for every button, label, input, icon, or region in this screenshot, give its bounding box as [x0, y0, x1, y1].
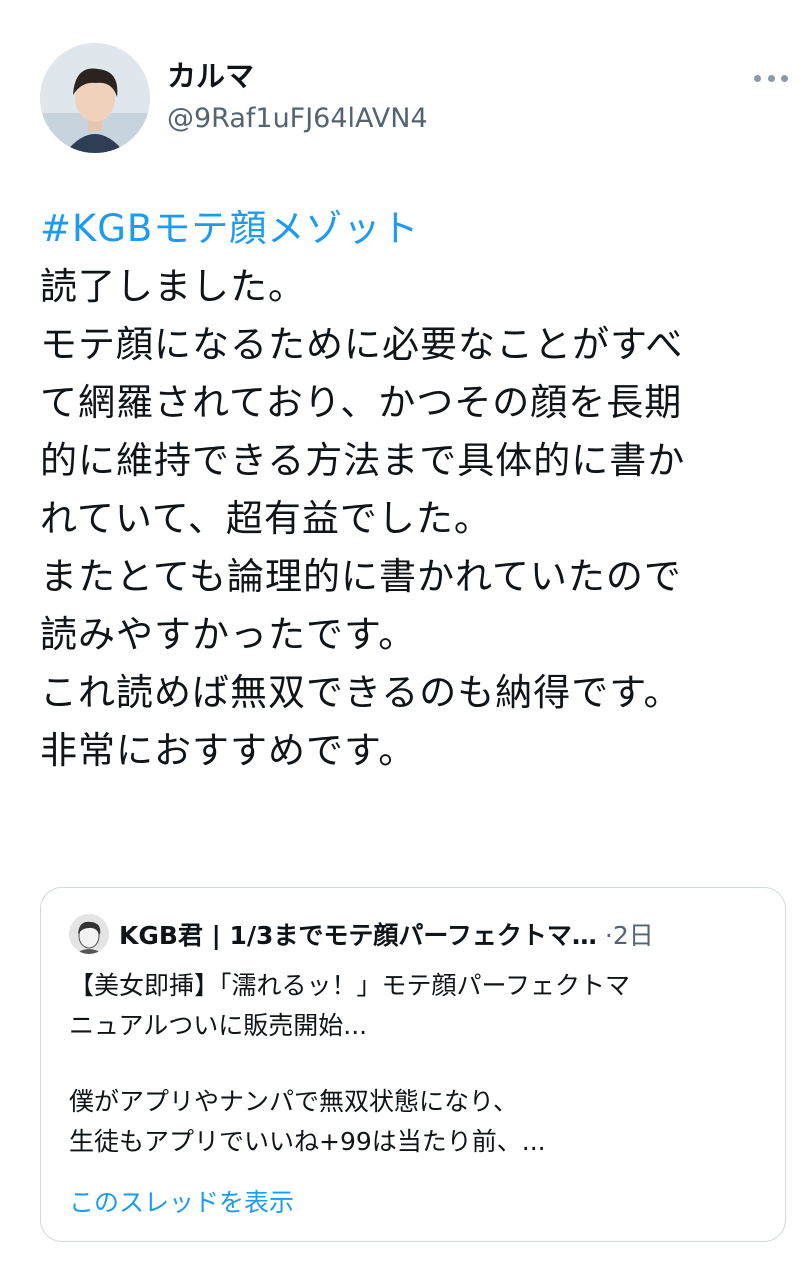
quoted-line: ニュアルついに販売開始... — [69, 1011, 368, 1040]
tweet-line: これ読めば無双できるのも納得です。 — [40, 671, 682, 714]
tweet-line: 非常におすすめです。 — [40, 729, 417, 772]
quoted-timestamp: ·2日 — [604, 921, 654, 950]
tweet-line: 的に維持できる方法まで具体的に書か — [40, 439, 686, 482]
more-icon[interactable] — [754, 66, 788, 90]
hashtag-link[interactable]: #KGBモテ顔メゾット — [40, 200, 780, 258]
quoted-tweet-header: KGB君 | 1/3までモテ顔パーフェクトマ… ·2日 — [69, 914, 654, 954]
author-name[interactable]: カルマ — [167, 56, 254, 96]
quoted-author-avatar — [69, 914, 109, 954]
quoted-tweet-text: 【美女即挿】「濡れるッ！」モテ顔パーフェクトマ ニュアルついに販売開始... 僕… — [69, 966, 759, 1162]
quoted-line: 生徒もアプリでいいね+99は当たり前、... — [69, 1127, 546, 1156]
tweet-line: またとても論理的に書かれていたので — [40, 555, 682, 598]
quoted-line: 僕がアプリやナンパで無双状態になり、 — [69, 1087, 519, 1116]
tweet-line: て網羅されており、かつその顔を長期 — [40, 381, 683, 424]
more-dot — [781, 74, 788, 82]
author-avatar[interactable] — [40, 43, 150, 153]
more-dot — [754, 74, 761, 82]
tweet-line: れていて、超有益でした。 — [40, 497, 492, 540]
tweet-text: #KGBモテ顔メゾット 読了しました。 モテ顔になるために必要なことがすべ て網… — [40, 200, 780, 780]
author-handle[interactable]: @9Raf1uFJ64lAVN4 — [167, 100, 428, 138]
quoted-tweet-card[interactable]: KGB君 | 1/3までモテ顔パーフェクトマ… ·2日 【美女即挿】「濡れるッ！… — [40, 887, 786, 1242]
quoted-line: 【美女即挿】「濡れるッ！」モテ顔パーフェクトマ — [69, 971, 631, 1000]
more-dot — [767, 74, 775, 82]
tweet-line: 読了しました。 — [40, 265, 306, 308]
quoted-author-name: KGB君 | 1/3までモテ顔パーフェクトマ… — [119, 921, 597, 950]
tweet-line: モテ顔になるために必要なことがすべ — [40, 323, 684, 366]
show-thread-link[interactable]: このスレッドを表示 — [69, 1183, 294, 1219]
tweet-line: 読みやすかったです。 — [40, 613, 417, 656]
